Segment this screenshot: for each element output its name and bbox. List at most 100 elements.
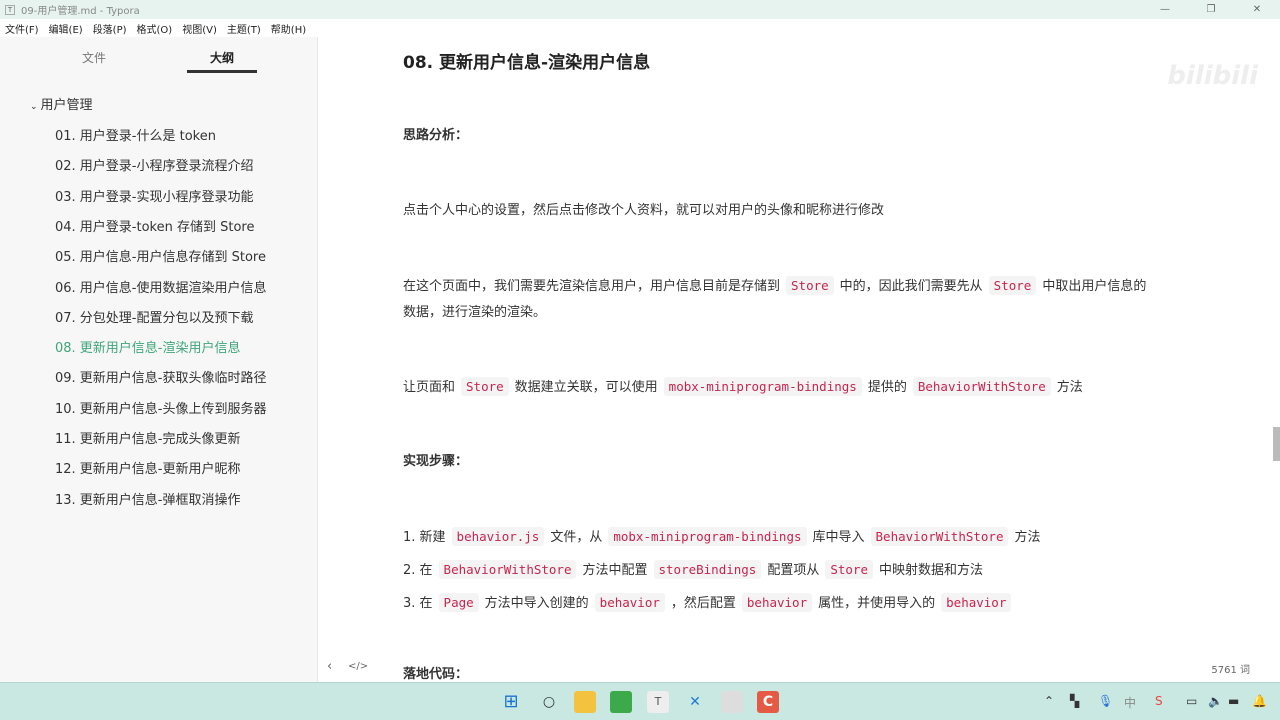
typora-app-icon: T (5, 4, 15, 15)
paragraph: 1. 新建 behavior.js 文件，从 mobx-miniprogram-bin… (403, 523, 1040, 551)
text-span: 方法 (1056, 380, 1083, 395)
sidebar: 文件 大纲 ⌄ 用户管理 01. 用户登录-什么是 token 02. 用户登录-小… (0, 37, 318, 682)
outline-item[interactable]: 01. 用户登录-什么是 token (55, 125, 216, 144)
minimize-button[interactable]: — (1142, 0, 1188, 19)
volume-icon[interactable]: 🔈 (1208, 694, 1223, 708)
inline-code: mobx-miniprogram-bindings (608, 527, 807, 546)
paragraph: 2. 在 BehaviorWithStore 方法中配置 storeBindings 配… (403, 556, 983, 584)
sogou-icon[interactable]: S (1155, 694, 1163, 708)
inline-code: BehaviorWithStore (912, 377, 1051, 396)
paragraph: 思路分析： (403, 122, 468, 149)
menu-item[interactable]: 编辑(E) (49, 21, 83, 36)
paragraph: 数据，进行渲染的渲染。 (403, 299, 546, 326)
paragraph: 在这个页面中，我们需要先渲染信息用户，用户信息目前是存储到 Store 中的，因此我… (403, 272, 1146, 300)
menu-item[interactable]: 格式(O) (137, 21, 173, 36)
paragraph: 3. 在 Page 方法中导入创建的 behavior ，然后配置 behavior 属性，… (403, 589, 1017, 617)
outline-item[interactable]: 13. 更新用户信息-弹框取消操作 (55, 489, 241, 508)
source-code-icon[interactable]: </> (348, 661, 368, 672)
outline-item[interactable]: 02. 用户登录-小程序登录流程介绍 (55, 155, 254, 174)
back-icon[interactable]: ‹ (327, 659, 332, 674)
text-span: 2. 在 (403, 563, 433, 578)
inline-code: mobx-miniprogram-bindings (663, 377, 862, 396)
file-explorer-icon[interactable] (574, 691, 596, 713)
text-span: 数据，进行渲染的渲染。 (403, 305, 547, 320)
taskbar: ⊞ ○ T ✕ C ⌃ ▚ 🎙 中 S ▭ 🔈 ▬ 🔔 (0, 682, 1280, 720)
microphone-icon[interactable]: 🎙 (1098, 694, 1113, 708)
outline-item[interactable]: 07. 分包处理-配置分包以及预下载 (55, 307, 254, 326)
inline-code: behavior.js (451, 527, 545, 546)
ime-icon[interactable]: 中 (1124, 694, 1136, 711)
menu-item[interactable]: 段落(P) (93, 21, 127, 36)
page-heading: 08. 更新用户信息-渲染用户信息 (403, 53, 651, 73)
text-span: 文件，从 (550, 530, 603, 545)
outline-item[interactable]: 06. 用户信息-使用数据渲染用户信息 (55, 277, 267, 296)
inline-code: BehaviorWithStore (438, 560, 577, 579)
bookmark-icon[interactable]: ▚ (1070, 694, 1079, 708)
windows-start-icon[interactable]: ⊞ (500, 691, 522, 713)
maximize-button[interactable]: ❐ (1188, 0, 1234, 19)
paragraph: 点击个人中心的设置，然后点击修改个人资料，就可以对用户的头像和昵称进行修改 (403, 197, 884, 224)
menu-bar: 文件(F) 编辑(E) 段落(P) 格式(O) 视图(V) 主题(T) 帮助(H) (0, 19, 1280, 37)
outline-item[interactable]: 10. 更新用户信息-头像上传到服务器 (55, 398, 267, 417)
inline-code: Store (786, 276, 834, 295)
typora-icon[interactable]: T (647, 691, 669, 713)
text-span: 方法中导入创建的 (484, 596, 589, 611)
outline-item[interactable]: 12. 更新用户信息-更新用户昵称 (55, 458, 241, 477)
close-button[interactable]: ✕ (1234, 0, 1280, 19)
tab-outline[interactable]: 大纲 (210, 49, 234, 66)
word-count[interactable]: 5761 词 (1211, 661, 1250, 676)
search-icon[interactable]: ○ (538, 691, 560, 713)
outline-item[interactable]: 05. 用户信息-用户信息存储到 Store (55, 246, 266, 265)
tab-files[interactable]: 文件 (82, 49, 106, 66)
window-title: 09-用户管理.md - Typora (21, 6, 140, 17)
notification-icon[interactable]: 🔔 (1252, 694, 1267, 708)
outline-root-label: 用户管理 (40, 98, 93, 113)
text-span: 数据建立关联，可以使用 (514, 380, 658, 395)
menu-item[interactable]: 视图(V) (182, 21, 217, 36)
text-span: 库中导入 (812, 530, 865, 545)
recorder-icon[interactable]: C (757, 691, 779, 713)
text-span: 中取出用户信息的 (1042, 279, 1147, 294)
text-span: 思路分析： (403, 128, 469, 143)
text-span: 配置项从 (767, 563, 820, 578)
editor[interactable]: 08. 更新用户信息-渲染用户信息 思路分析： 点击个人中心的设置，然后点击修改个… (319, 37, 1280, 682)
wechat-devtools-icon[interactable] (610, 691, 632, 713)
text-span: 中的，因此我们需要先从 (839, 279, 983, 294)
text-span: 方法 (1014, 530, 1041, 545)
chevron-down-icon: ⌄ (30, 102, 38, 112)
inline-code: Page (438, 593, 479, 612)
menu-item[interactable]: 帮助(H) (271, 21, 306, 36)
text-span: 中映射数据和方法 (879, 563, 984, 578)
outline-item[interactable]: 09. 更新用户信息-获取头像临时路径 (55, 367, 267, 386)
outline-item[interactable]: 04. 用户登录-token 存储到 Store (55, 216, 254, 235)
inline-code: Store (825, 560, 873, 579)
chevron-up-icon[interactable]: ⌃ (1044, 694, 1054, 708)
inline-code: storeBindings (653, 560, 762, 579)
paragraph: 实现步骤： (403, 448, 468, 475)
outline-item[interactable]: 11. 更新用户信息-完成头像更新 (55, 428, 241, 447)
outline-item[interactable]: 08. 更新用户信息-渲染用户信息 (55, 337, 241, 356)
text-span: 在这个页面中，我们需要先渲染信息用户，用户信息目前是存储到 (403, 279, 781, 294)
inline-code: BehaviorWithStore (870, 527, 1009, 546)
text-span: 点击个人中心的设置，然后点击修改个人资料，就可以对用户的头像和昵称进行修改 (403, 203, 885, 218)
inline-code: behavior (941, 593, 1012, 612)
active-tab-indicator (187, 70, 257, 73)
battery-icon[interactable]: ▬ (1228, 694, 1239, 708)
vscode-icon[interactable]: ✕ (684, 691, 706, 713)
text-span: 3. 在 (403, 596, 433, 611)
text-span: 1. 新建 (403, 530, 446, 545)
text-span: ，然后配置 (670, 596, 736, 611)
inline-code: behavior (594, 593, 665, 612)
text-span: 让页面和 (403, 380, 456, 395)
inline-code: Store (988, 276, 1037, 295)
menu-item[interactable]: 主题(T) (227, 21, 261, 36)
text-span: 提供的 (867, 380, 907, 395)
app-icon[interactable] (721, 691, 743, 713)
network-icon[interactable]: ▭ (1186, 694, 1197, 708)
menu-item[interactable]: 文件(F) (5, 21, 39, 36)
scrollbar[interactable] (1273, 427, 1280, 461)
outline-root[interactable]: ⌄ 用户管理 (30, 94, 93, 113)
inline-code: Store (461, 377, 509, 396)
outline-item[interactable]: 03. 用户登录-实现小程序登录功能 (55, 186, 254, 205)
paragraph: 让页面和 Store 数据建立关联，可以使用 mobx-miniprogram-bin… (403, 373, 1083, 401)
